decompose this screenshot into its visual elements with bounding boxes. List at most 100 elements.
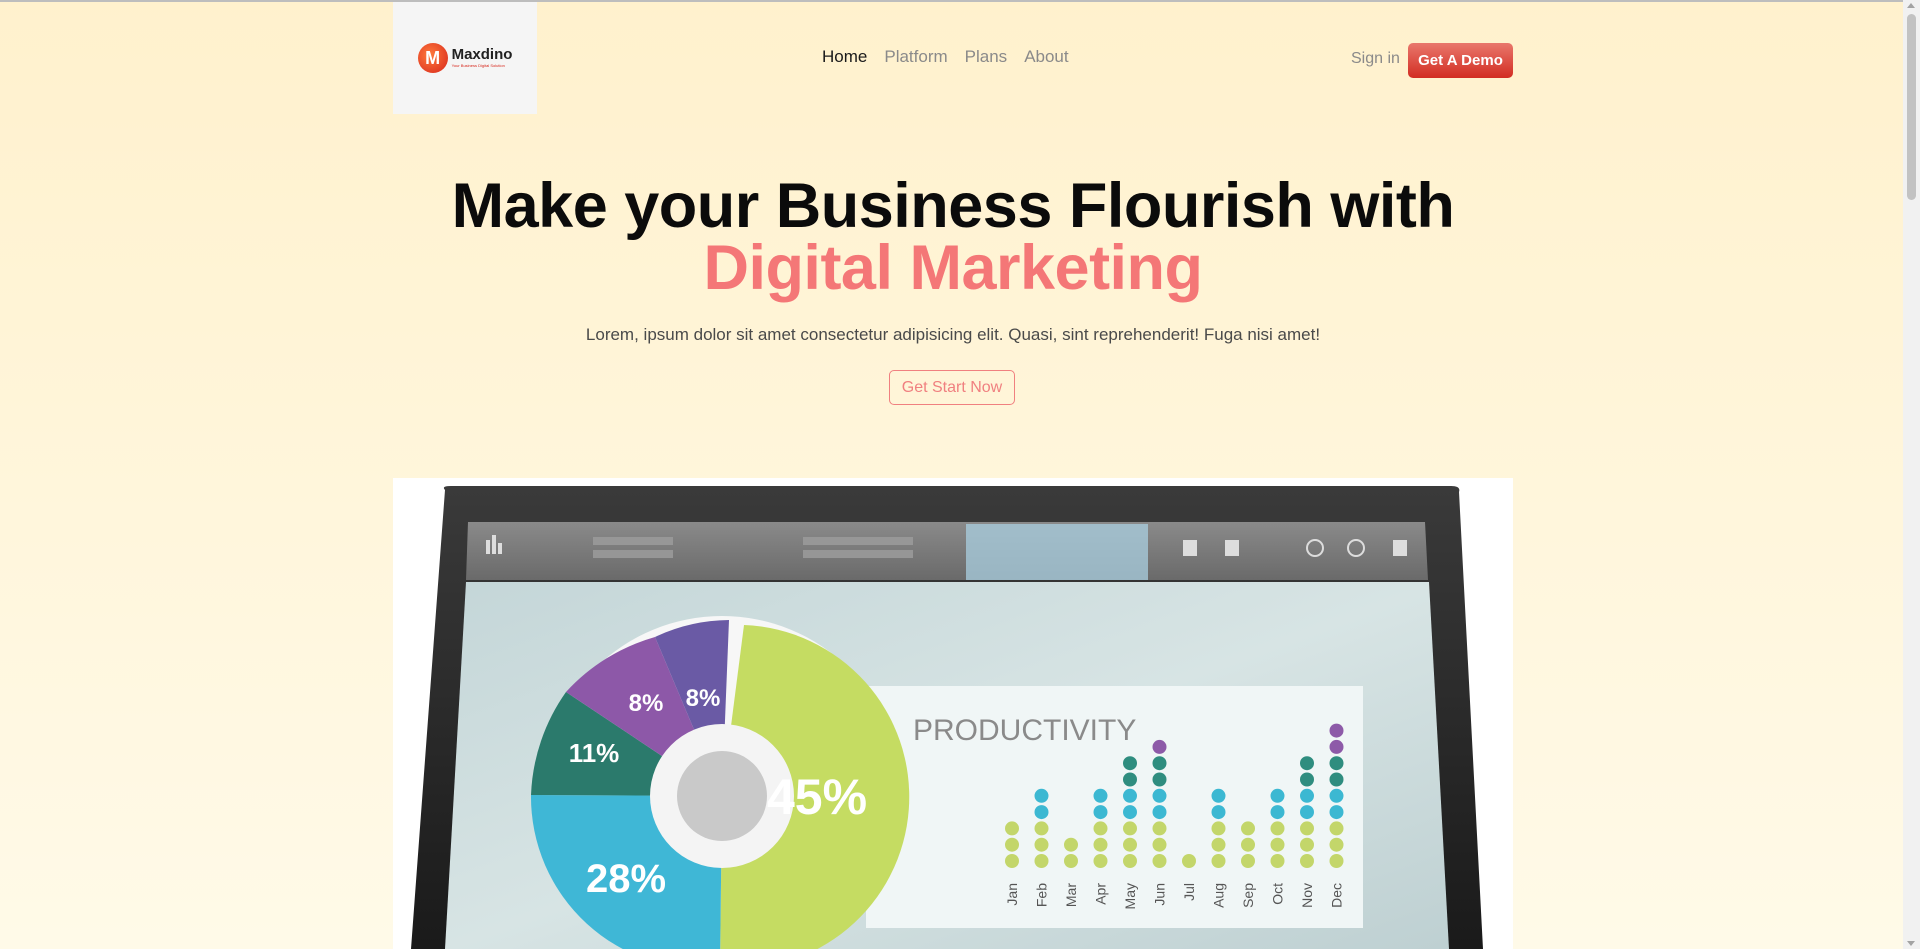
productivity-dot — [1123, 837, 1137, 852]
productivity-dot — [1300, 854, 1314, 868]
scroll-down-icon[interactable] — [1907, 941, 1915, 946]
productivity-dot — [1093, 854, 1108, 868]
pie-label-45: 45% — [767, 769, 867, 825]
productivity-dot — [1123, 788, 1137, 803]
productivity-dot — [1270, 805, 1285, 820]
productivity-dot — [1152, 854, 1167, 868]
productivity-dot — [1329, 854, 1344, 868]
productivity-dot — [1300, 788, 1314, 803]
nav-about[interactable]: About — [1024, 47, 1068, 67]
logo-mark-icon: M — [417, 43, 448, 73]
get-a-demo-button[interactable]: Get A Demo — [1408, 43, 1513, 78]
month-label: Aug — [1211, 883, 1227, 908]
month-label: Mar — [1063, 883, 1079, 907]
scroll-up-icon[interactable] — [1907, 3, 1915, 8]
productivity-dot — [1300, 821, 1314, 836]
hero-title-line1: Make your Business Flourish with — [451, 171, 1455, 241]
logo[interactable]: M Maxdino Your Business Digital Solution — [393, 2, 537, 114]
month-label: Oct — [1270, 883, 1286, 905]
logo-name: Maxdino — [451, 46, 513, 63]
productivity-dot — [1034, 837, 1049, 852]
productivity-dot — [1329, 723, 1344, 738]
month-label: Apr — [1093, 883, 1109, 905]
productivity-dot — [1270, 821, 1285, 836]
productivity-dot — [1123, 772, 1137, 787]
productivity-dot — [1329, 788, 1344, 803]
productivity-dot — [1034, 854, 1049, 868]
logo-inner: M Maxdino Your Business Digital Solution — [417, 43, 513, 73]
productivity-dot — [1300, 772, 1314, 787]
productivity-dot — [1123, 821, 1137, 836]
productivity-dot — [1034, 821, 1049, 836]
productivity-dot — [1300, 805, 1314, 820]
month-label: Dec — [1329, 883, 1345, 908]
productivity-dot — [1329, 821, 1344, 836]
hero-title-accent: Digital Marketing — [703, 233, 1203, 303]
productivity-dot — [1211, 805, 1226, 820]
productivity-dot — [1241, 854, 1255, 868]
hero-title: Make your Business Flourish with Digital… — [393, 175, 1513, 300]
productivity-dot — [1329, 805, 1344, 820]
productivity-dot — [1152, 821, 1167, 836]
productivity-dot — [1005, 821, 1019, 836]
scroll-thumb[interactable] — [1907, 14, 1916, 200]
toolbar-highlight — [966, 524, 1148, 580]
month-label: May — [1122, 883, 1138, 909]
nav-platform[interactable]: Platform — [884, 47, 947, 67]
productivity-dot — [1005, 837, 1019, 852]
productivity-dot — [1152, 837, 1167, 852]
productivity-dot — [1093, 821, 1108, 836]
month-label: Jun — [1152, 883, 1168, 906]
logo-tagline: Your Business Digital Solution — [451, 63, 505, 68]
page-scrollbar[interactable] — [1903, 0, 1920, 949]
pie-label-11: 11% — [569, 738, 620, 768]
productivity-dot — [1270, 854, 1285, 868]
get-start-now-button[interactable]: Get Start Now — [889, 370, 1015, 405]
productivity-dot — [1329, 739, 1344, 754]
productivity-dot — [1329, 837, 1344, 852]
productivity-dot — [1300, 756, 1314, 771]
productivity-dot — [1123, 756, 1137, 771]
productivity-dot — [1211, 821, 1226, 836]
productivity-dot — [1152, 739, 1167, 754]
pie-center — [677, 751, 767, 841]
productivity-dot — [1005, 854, 1019, 868]
productivity-dot — [1241, 821, 1255, 836]
main-nav: Home Platform Plans About — [822, 47, 1069, 67]
productivity-dot — [1093, 837, 1108, 852]
productivity-dot — [1182, 854, 1196, 868]
productivity-dot — [1093, 788, 1108, 803]
productivity-dot — [1329, 772, 1344, 787]
sign-in-link[interactable]: Sign in — [1351, 50, 1400, 68]
month-label: Jul — [1181, 883, 1197, 901]
month-label: Sep — [1240, 883, 1256, 908]
productivity-dot — [1152, 788, 1167, 803]
logo-text: Maxdino Your Business Digital Solution — [452, 47, 513, 69]
productivity-title: PRODUCTIVITY — [913, 714, 1136, 747]
month-label: Jan — [1004, 883, 1020, 906]
productivity-dot — [1211, 854, 1226, 868]
productivity-dot — [1093, 805, 1108, 820]
hero-subtitle: Lorem, ipsum dolor sit amet consectetur … — [585, 325, 1321, 344]
dashboard-illustration: 45% 28% 11% 8% 8% PRODUCTIVITY Jan Feb Mar… — [411, 486, 1483, 949]
productivity-dot — [1241, 837, 1255, 852]
productivity-dot — [1270, 788, 1285, 803]
productivity-dot — [1211, 788, 1226, 803]
pie-label-8b: 8% — [686, 685, 721, 712]
productivity-dot — [1329, 756, 1344, 771]
window-top-border — [0, 0, 1920, 2]
pie-label-28: 28% — [586, 857, 666, 901]
productivity-dot — [1152, 772, 1167, 787]
hero-image: 45% 28% 11% 8% 8% PRODUCTIVITY Jan Feb Mar… — [393, 478, 1513, 949]
nav-plans[interactable]: Plans — [965, 47, 1008, 67]
productivity-dot — [1064, 837, 1078, 852]
productivity-dot — [1152, 756, 1167, 771]
month-label: Feb — [1034, 883, 1050, 907]
productivity-dot — [1300, 837, 1314, 852]
month-label: Nov — [1299, 883, 1315, 908]
productivity-dot — [1211, 837, 1226, 852]
productivity-dot — [1034, 788, 1049, 803]
nav-home[interactable]: Home — [822, 47, 867, 67]
pie-label-8a: 8% — [629, 690, 664, 717]
productivity-dot — [1064, 854, 1078, 868]
